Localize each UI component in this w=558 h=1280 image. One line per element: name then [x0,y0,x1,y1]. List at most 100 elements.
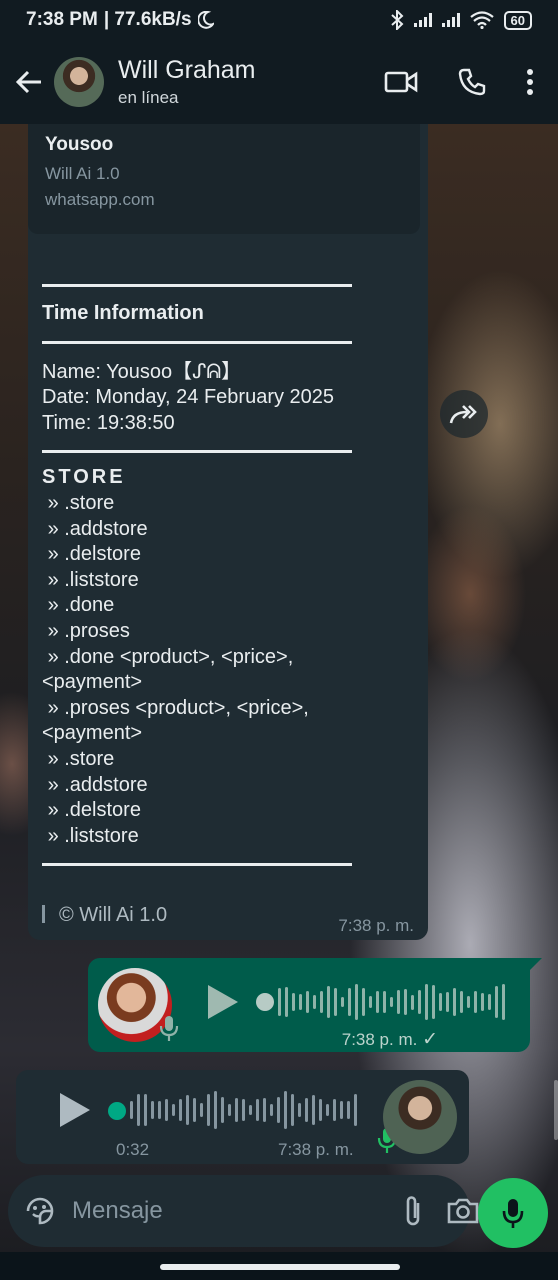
waveform-bar [306,991,309,1013]
waveform-bar [319,1098,322,1122]
waveform-bar [495,986,498,1018]
camera-icon [447,1198,479,1224]
waveform-bar [502,984,505,1020]
waveform-bar [130,1101,133,1119]
forward-icon [449,405,477,424]
sent-check-icon: ✓ [422,1029,438,1050]
waveform-bar [439,992,442,1012]
waveform-bar [158,1101,161,1119]
contact-name: Will Graham [118,56,256,84]
waveform-bar [355,983,358,1021]
waveform-bar [333,1099,336,1121]
phone-icon[interactable] [458,68,486,96]
more-options-icon[interactable] [526,68,534,96]
link-preview[interactable]: Yousoo Will Ai 1.0 whatsapp.com [28,124,420,234]
waveform-bar [460,991,463,1013]
waveform-bar [326,1103,329,1117]
waveform-bar [235,1097,238,1123]
time-line: Time: 19:38:50 [42,411,175,434]
back-button[interactable] [10,62,48,102]
store-command: » .liststore [42,824,139,847]
waveform-bar [186,1094,189,1126]
home-indicator[interactable] [160,1264,400,1270]
waveform-bar [151,1101,154,1119]
waveform-bar [432,984,435,1020]
progress-dot[interactable] [256,993,274,1011]
scrollbar-thumb[interactable] [554,1080,558,1140]
waveform-bar [397,989,400,1015]
signal-icon-2 [441,13,460,27]
voice-waveform[interactable] [130,1090,357,1130]
message-time: 7:38 p. m. [338,916,414,935]
camera-button[interactable] [446,1193,480,1229]
waveform-bar [277,1096,280,1124]
waveform-bar [474,990,477,1014]
emoji-button[interactable] [24,1193,56,1229]
message-text: Time Information Name: Yousoo【ᔑᕱ】 Date: … [42,254,422,867]
waveform-bar [256,1098,259,1122]
waveform-bar [284,1091,287,1129]
waveform-bar [298,1103,301,1117]
status-time: 7:38 PM [26,9,98,30]
sticker-icon [26,1197,54,1225]
waveform-bar [242,1098,245,1122]
waveform-bar [221,1096,224,1124]
status-right: 60 [390,10,532,30]
message-composer [8,1175,479,1247]
waveform-bar [390,996,393,1008]
message-footer: © Will Ai 1.0 [42,904,167,927]
forward-button[interactable] [440,390,488,438]
divider [42,863,352,867]
waveform-bar [292,992,295,1012]
voice-waveform[interactable] [278,982,505,1022]
waveform-bar [488,993,491,1011]
store-command: » .delstore [42,543,141,566]
battery-indicator: 60 [503,10,532,30]
bluetooth-icon [390,10,403,30]
outgoing-voice-message[interactable]: 7:38 p. m. ✓ [88,958,542,1052]
contact-status: en línea [118,88,179,107]
divider [42,284,352,287]
video-call-icon[interactable] [384,70,418,94]
waveform-bar [481,992,484,1012]
waveform-bar [172,1103,175,1117]
play-button[interactable] [60,1093,90,1127]
waveform-bar [285,986,288,1018]
waveform-bar [347,1101,350,1119]
sender-avatar [383,1080,457,1154]
contact-info[interactable]: Will Graham en línea [118,56,384,108]
progress-dot[interactable] [108,1102,126,1120]
waveform-bar [340,1101,343,1119]
waveform-bar [467,995,470,1009]
status-left: 7:38 PM | 77.6kB/s [26,9,214,31]
play-button[interactable] [208,985,238,1019]
waveform-bar [369,996,372,1008]
waveform-bar [278,987,281,1017]
store-command: » .addstore [42,517,148,540]
waveform-bar [453,987,456,1017]
waveform-bar [348,987,351,1017]
waveform-bar [341,996,344,1008]
contact-avatar[interactable] [54,57,104,107]
store-command: » .proses <product>, <price>, <payment> [42,696,309,745]
waveform-bar [320,990,323,1014]
waveform-bar [299,993,302,1011]
date-line: Date: Monday, 24 February 2025 [42,386,335,409]
incoming-voice-message[interactable]: 0:32 7:38 p. m. [16,1070,469,1164]
waveform-bar [425,983,428,1021]
attach-button[interactable] [402,1193,426,1229]
message-input[interactable] [70,1197,382,1225]
incoming-message-bubble[interactable]: Yousoo Will Ai 1.0 whatsapp.com Time Inf… [28,124,428,940]
voice-record-button[interactable] [478,1178,548,1248]
header-actions [384,68,534,96]
voice-duration: 0:32 [116,1140,150,1159]
store-command: » .done [42,594,115,617]
waveform-bar [144,1094,147,1126]
store-command: » .addstore [42,773,148,796]
waveform-bar [207,1094,210,1126]
waveform-bar [446,991,449,1013]
wifi-icon [469,11,494,29]
arrow-left-icon [15,70,41,94]
waveform-bar [411,994,414,1010]
footer-text: © Will Ai 1.0 [59,904,168,926]
